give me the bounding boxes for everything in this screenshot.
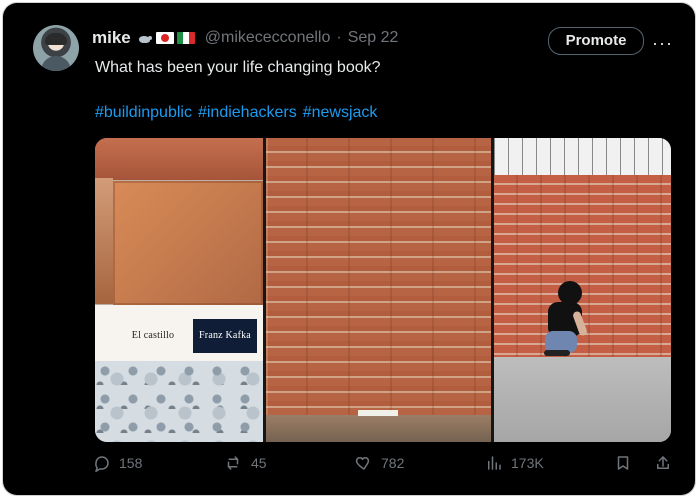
views-action[interactable]: 173K bbox=[485, 454, 544, 472]
like-action[interactable]: 782 bbox=[355, 454, 404, 472]
repost-count: 45 bbox=[251, 455, 267, 471]
post-text: What has been your life changing book? bbox=[95, 59, 381, 76]
like-count: 782 bbox=[381, 455, 405, 471]
post-date[interactable]: Sep 22 bbox=[348, 29, 399, 47]
book-title-right: Franz Kafka bbox=[193, 319, 257, 353]
brick-image-main bbox=[113, 181, 263, 305]
rat-icon bbox=[137, 32, 153, 44]
terrazzo-floor bbox=[95, 361, 263, 442]
bookmark-icon bbox=[614, 454, 632, 472]
media-brick-wall[interactable] bbox=[266, 138, 491, 442]
hashtag-list: #buildinpublic #indiehackers #newsjack bbox=[95, 104, 377, 122]
share-icon bbox=[654, 454, 672, 472]
wall-label bbox=[358, 410, 398, 416]
person-head bbox=[558, 281, 582, 305]
repost-action[interactable]: 45 bbox=[223, 454, 267, 472]
comment-icon bbox=[93, 454, 111, 472]
meta-separator: · bbox=[336, 29, 342, 46]
heart-icon bbox=[355, 454, 373, 472]
media-book-cover[interactable]: El castillo Franz Kafka bbox=[95, 138, 263, 442]
italy-flag-icon bbox=[176, 32, 195, 44]
avatar-hair bbox=[45, 33, 67, 45]
hashtag-newsjack[interactable]: #newsjack bbox=[303, 104, 378, 122]
author-name[interactable]: mike bbox=[92, 28, 131, 48]
person-foot bbox=[544, 350, 570, 356]
reply-action[interactable]: 158 bbox=[93, 454, 142, 472]
view-count: 173K bbox=[511, 455, 544, 471]
brick-wall-image bbox=[266, 138, 491, 442]
media-room-wall[interactable] bbox=[494, 138, 671, 442]
avatar[interactable] bbox=[33, 25, 79, 71]
brick-image-top bbox=[95, 138, 263, 180]
media-gallery[interactable]: El castillo Franz Kafka bbox=[95, 138, 671, 442]
action-bar: 158 45 782 173K bbox=[93, 454, 673, 478]
floor-strip bbox=[266, 415, 491, 442]
bookmark-action[interactable] bbox=[614, 454, 632, 472]
repost-icon bbox=[223, 454, 243, 472]
japan-flag-icon bbox=[155, 32, 174, 44]
more-options-icon[interactable]: ··· bbox=[652, 33, 673, 54]
promote-button[interactable]: Promote bbox=[548, 27, 644, 55]
post-header: mike @mikececconello · Sep 22 bbox=[92, 26, 398, 50]
hashtag-buildinpublic[interactable]: #buildinpublic bbox=[95, 104, 192, 122]
reply-count: 158 bbox=[119, 455, 143, 471]
hashtag-indiehackers[interactable]: #indiehackers bbox=[198, 104, 297, 122]
share-action[interactable] bbox=[654, 454, 672, 472]
book-title-left: El castillo bbox=[131, 330, 175, 341]
avatar-shirt bbox=[41, 56, 71, 71]
analytics-icon bbox=[485, 454, 503, 472]
room-floor bbox=[494, 357, 671, 442]
tweet-card: mike @mikececconello · Sep 22 Promote ··… bbox=[3, 3, 695, 495]
brick-image-left bbox=[95, 178, 113, 304]
author-handle[interactable]: @mikececconello bbox=[205, 29, 331, 47]
author-badges bbox=[137, 32, 195, 44]
